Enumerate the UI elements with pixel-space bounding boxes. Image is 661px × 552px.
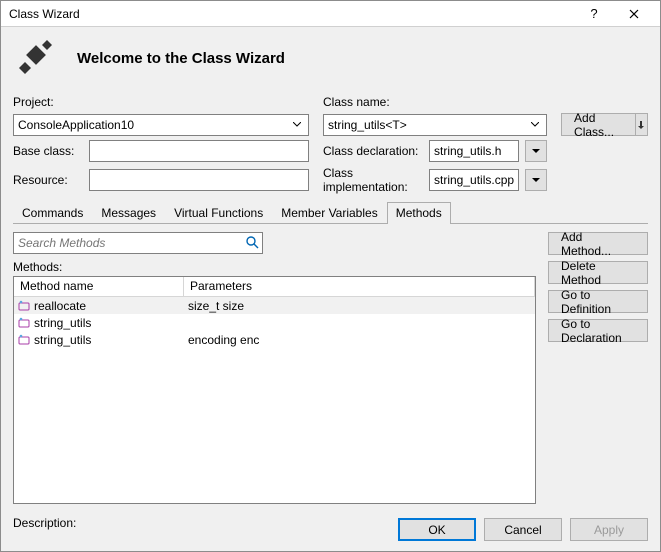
- classdecl-dropdown[interactable]: [525, 140, 547, 162]
- classimpl-row: Class implementation: string_utils.cpp: [323, 166, 547, 194]
- ok-button[interactable]: OK: [398, 518, 476, 541]
- classdecl-row: Class declaration: string_utils.h: [323, 140, 547, 162]
- help-icon: ?: [590, 6, 597, 21]
- chevron-down-icon: [526, 115, 544, 135]
- resource-row: Resource:: [13, 169, 309, 191]
- tab-commands[interactable]: Commands: [13, 202, 92, 224]
- help-button[interactable]: ?: [574, 1, 614, 27]
- add-class-split-button[interactable]: Add Class...: [561, 113, 648, 136]
- classimpl-dropdown[interactable]: [525, 169, 547, 191]
- window-title: Class Wizard: [9, 7, 574, 21]
- tab-messages[interactable]: Messages: [92, 202, 165, 224]
- classdecl-field[interactable]: string_utils.h: [429, 140, 519, 162]
- classname-combo[interactable]: string_utils<T>: [323, 114, 547, 136]
- tab-methods[interactable]: Methods: [387, 202, 451, 224]
- triangle-down-icon: [532, 149, 540, 154]
- add-class-button[interactable]: Add Class...: [561, 113, 636, 136]
- tab-virtual-functions[interactable]: Virtual Functions: [165, 202, 272, 224]
- classimpl-label: Class implementation:: [323, 166, 423, 194]
- search-icon: [245, 235, 259, 249]
- description-label: Description:: [13, 516, 76, 530]
- table-row[interactable]: string_utils encoding enc: [14, 331, 535, 348]
- listview-header: Method name Parameters: [14, 277, 535, 297]
- classimpl-field[interactable]: string_utils.cpp: [429, 169, 519, 191]
- search-methods: [13, 232, 263, 254]
- go-to-definition-button[interactable]: Go to Definition: [548, 290, 648, 313]
- tab-strip: CommandsMessagesVirtual FunctionsMember …: [13, 202, 648, 224]
- wizard-icon: [13, 35, 59, 81]
- close-button[interactable]: [614, 1, 654, 27]
- classdecl-value: string_utils.h: [434, 144, 501, 158]
- classname-value: string_utils<T>: [328, 118, 407, 132]
- title-bar: Class Wizard ?: [1, 1, 660, 27]
- chevron-down-icon: [288, 115, 306, 135]
- search-input[interactable]: [13, 232, 263, 254]
- add-class-dropdown[interactable]: [636, 113, 648, 136]
- method-name: string_utils: [34, 316, 91, 330]
- tab-body-methods: Methods: Method name Parameters realloca…: [13, 224, 648, 504]
- method-name: string_utils: [34, 333, 91, 347]
- methods-label: Methods:: [13, 260, 536, 274]
- baseclass-row: Base class:: [13, 140, 309, 162]
- methods-listview[interactable]: Method name Parameters reallocate size_t …: [13, 276, 536, 504]
- method-params: encoding enc: [188, 333, 259, 347]
- apply-button: Apply: [570, 518, 648, 541]
- resource-label: Resource:: [13, 173, 83, 187]
- classdecl-label: Class declaration:: [323, 144, 423, 158]
- table-row[interactable]: reallocate size_t size: [14, 297, 535, 314]
- delete-method-button[interactable]: Delete Method: [548, 261, 648, 284]
- project-label: Project:: [13, 95, 309, 109]
- col-method-name[interactable]: Method name: [14, 277, 184, 296]
- classimpl-value: string_utils.cpp: [434, 173, 514, 187]
- header: Welcome to the Class Wizard: [13, 33, 648, 91]
- table-row[interactable]: string_utils: [14, 314, 535, 331]
- form-grid: Project: Class name: ConsoleApplication1…: [13, 95, 648, 194]
- cancel-button[interactable]: Cancel: [484, 518, 562, 541]
- tab-member-variables[interactable]: Member Variables: [272, 202, 386, 224]
- baseclass-field[interactable]: [89, 140, 309, 162]
- classname-label: Class name:: [323, 95, 547, 109]
- method-icon: [18, 334, 30, 346]
- dialog-footer: OK Cancel Apply: [398, 518, 648, 541]
- add-method-button[interactable]: Add Method...: [548, 232, 648, 255]
- side-buttons: Add Method... Delete Method Go to Defini…: [548, 232, 648, 504]
- baseclass-label: Base class:: [13, 144, 83, 158]
- method-icon: [18, 300, 30, 312]
- resource-field[interactable]: [89, 169, 309, 191]
- triangle-down-icon: [532, 178, 540, 183]
- method-name: reallocate: [34, 299, 86, 313]
- close-icon: [629, 9, 639, 19]
- method-icon: [18, 317, 30, 329]
- col-parameters[interactable]: Parameters: [184, 277, 535, 296]
- project-combo[interactable]: ConsoleApplication10: [13, 114, 309, 136]
- method-params: size_t size: [188, 299, 244, 313]
- project-value: ConsoleApplication10: [18, 118, 134, 132]
- go-to-declaration-button[interactable]: Go to Declaration: [548, 319, 648, 342]
- dialog-content: Welcome to the Class Wizard Project: Cla…: [1, 27, 660, 551]
- welcome-heading: Welcome to the Class Wizard: [77, 50, 648, 67]
